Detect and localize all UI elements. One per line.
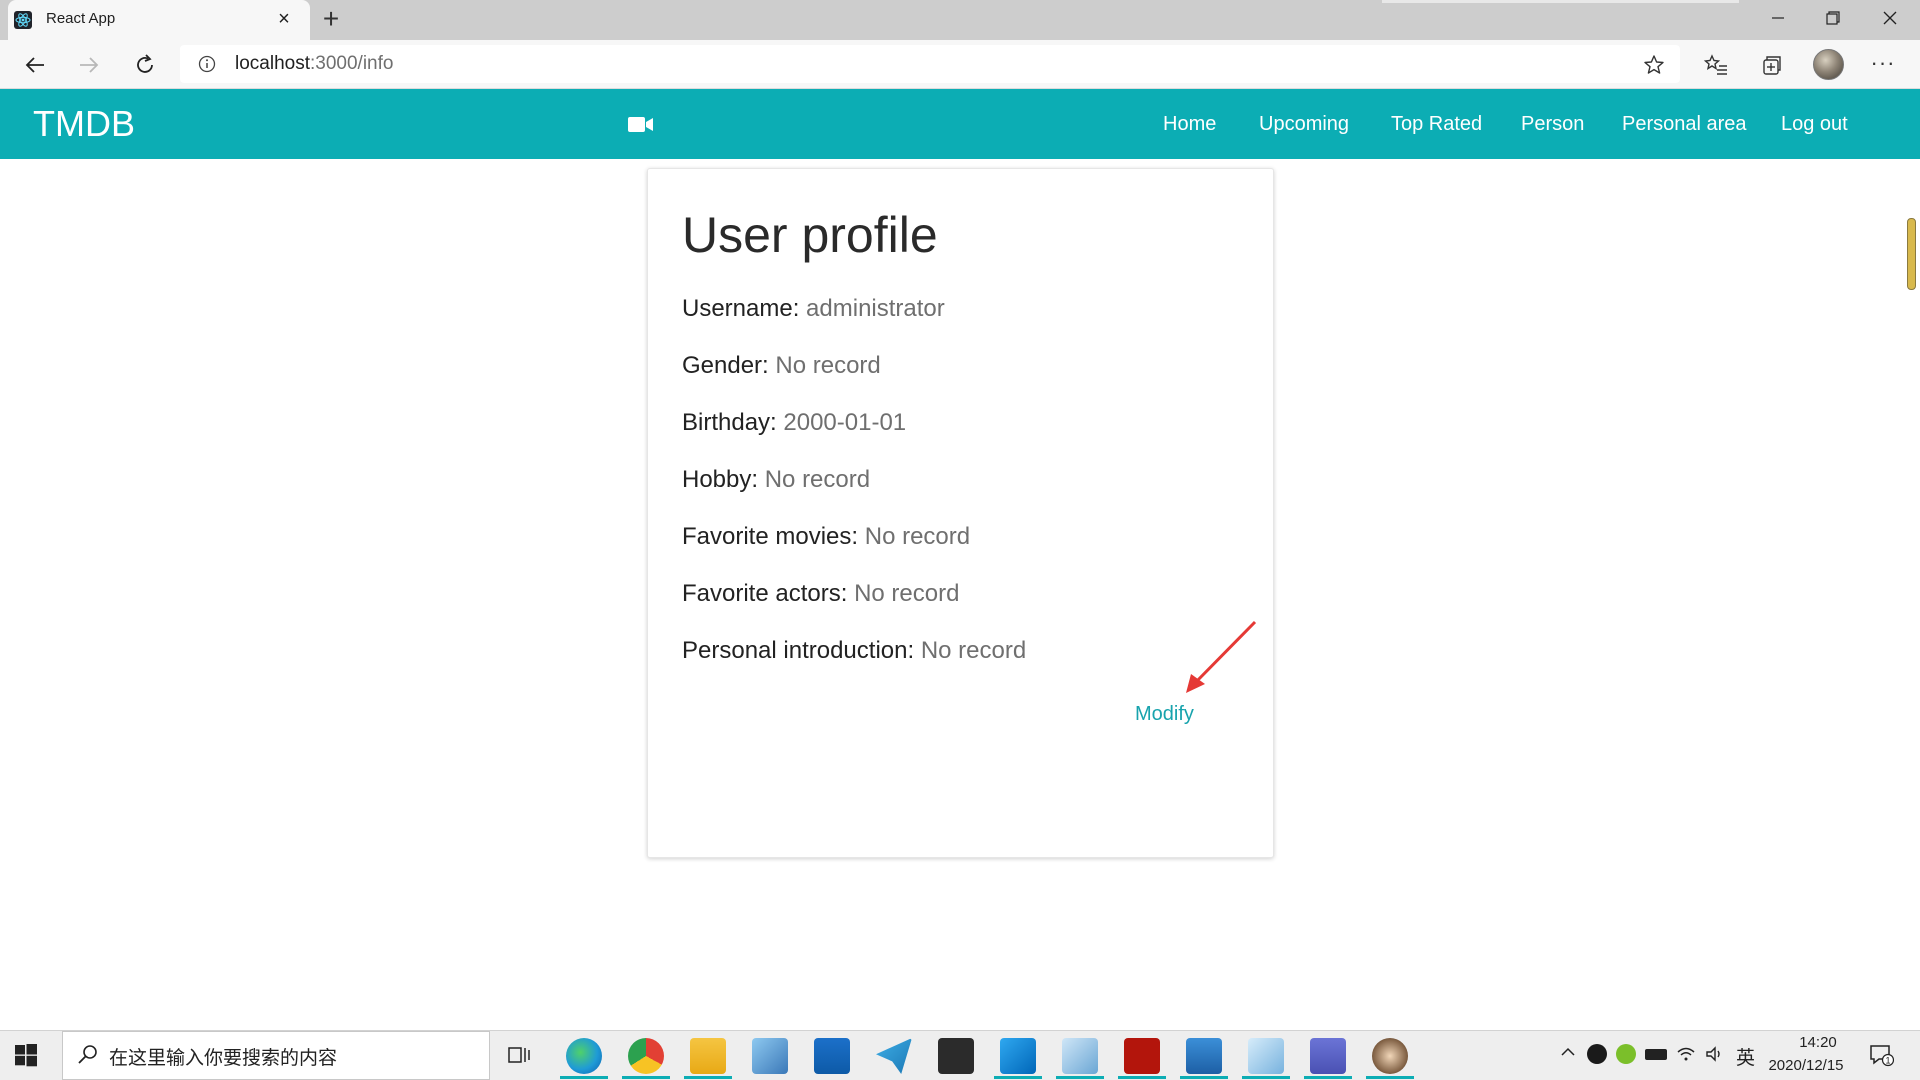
chevron-up-icon[interactable]	[1558, 1042, 1578, 1062]
field-label: Favorite actors:	[682, 580, 848, 607]
nav-upcoming[interactable]: Upcoming	[1259, 113, 1349, 136]
notepad-app-icon[interactable]	[1062, 1038, 1098, 1074]
page-title: User profile	[682, 207, 938, 263]
tab-title: React App	[46, 10, 116, 27]
field-value: administrator	[806, 295, 945, 322]
collections-icon[interactable]	[1759, 52, 1785, 78]
annotation-arrow-icon	[1186, 620, 1257, 693]
profile-field-gender: Gender: No record	[682, 352, 881, 380]
running-indicator	[1180, 1076, 1228, 1079]
profile-field-username: Username: administrator	[682, 295, 945, 323]
running-indicator	[622, 1076, 670, 1079]
info-icon[interactable]	[198, 55, 216, 73]
url-text[interactable]: localhost:3000/info	[235, 53, 393, 75]
chrome-app-icon[interactable]	[628, 1038, 664, 1074]
browser-profile-avatar[interactable]	[1813, 49, 1844, 80]
minimize-window-icon[interactable]	[1760, 4, 1796, 32]
refresh-icon[interactable]	[130, 50, 160, 80]
video-camera-icon	[628, 117, 653, 132]
modify-link[interactable]: Modify	[1135, 703, 1194, 726]
field-label: Birthday:	[682, 409, 777, 436]
notification-center-icon[interactable]: 1	[1868, 1043, 1894, 1067]
running-indicator	[1056, 1076, 1104, 1079]
running-indicator	[684, 1076, 732, 1079]
profile-field-birthday: Birthday: 2000-01-01	[682, 409, 906, 437]
teams-app-icon[interactable]	[1310, 1038, 1346, 1074]
volume-icon[interactable]	[1704, 1044, 1724, 1064]
user-profile-card	[647, 168, 1274, 858]
forward-arrow-icon[interactable]	[74, 50, 104, 80]
store-app-icon[interactable]	[938, 1038, 974, 1074]
search-icon	[78, 1045, 97, 1064]
star-icon[interactable]	[1642, 53, 1666, 77]
restore-window-icon[interactable]	[1815, 4, 1851, 32]
notepad2-app-icon[interactable]	[1248, 1038, 1284, 1074]
windows-start-icon[interactable]	[14, 1043, 38, 1067]
tab-close-icon[interactable]: ×	[272, 7, 296, 31]
field-value: No record	[775, 352, 881, 379]
ime-indicator[interactable]: 英	[1736, 1043, 1755, 1070]
vscode-app-icon[interactable]	[1000, 1038, 1036, 1074]
running-indicator	[560, 1076, 608, 1079]
clock-time[interactable]: 14:20	[1788, 1034, 1848, 1051]
react-favicon-icon	[14, 11, 32, 29]
qq-icon[interactable]	[1587, 1044, 1607, 1064]
brand-logo[interactable]: TMDB	[33, 103, 135, 145]
favorites-icon[interactable]	[1703, 52, 1729, 78]
nav-log-out[interactable]: Log out	[1781, 113, 1848, 136]
wifi-icon[interactable]	[1676, 1044, 1696, 1064]
window-edge	[1382, 0, 1739, 3]
field-label: Personal introduction:	[682, 637, 915, 664]
field-label: Hobby:	[682, 466, 759, 493]
nav-home[interactable]: Home	[1163, 113, 1216, 136]
edge-app-icon[interactable]	[566, 1038, 602, 1074]
field-label: Favorite movies:	[682, 523, 859, 550]
field-value: No record	[920, 637, 1027, 664]
profile-field-hobby: Hobby: No record	[682, 466, 870, 494]
search-placeholder: 在这里输入你要搜索的内容	[109, 1048, 338, 1069]
acrobat-app-icon[interactable]	[1124, 1038, 1160, 1074]
field-value: No record	[864, 523, 971, 550]
running-indicator	[994, 1076, 1042, 1079]
file-explorer-app-icon[interactable]	[690, 1038, 726, 1074]
new-tab-button[interactable]: +	[316, 5, 346, 35]
svg-text:1: 1	[1885, 1056, 1890, 1066]
running-indicator	[1242, 1076, 1290, 1079]
nav-person[interactable]: Person	[1521, 113, 1584, 136]
clock-date[interactable]: 2020/12/15	[1762, 1057, 1850, 1074]
scrollbar-thumb[interactable]	[1907, 218, 1916, 290]
profile-field-favorite-movies: Favorite movies: No record	[682, 523, 970, 551]
running-indicator	[1118, 1076, 1166, 1079]
tray-app-icon[interactable]	[1616, 1044, 1636, 1064]
more-icon[interactable]: ···	[1868, 50, 1898, 80]
battery-icon[interactable]	[1645, 1049, 1667, 1060]
running-indicator	[1304, 1076, 1352, 1079]
back-arrow-icon[interactable]	[20, 50, 50, 80]
mail-app-icon[interactable]	[814, 1038, 850, 1074]
field-value: No record	[854, 580, 960, 607]
field-value: No record	[764, 466, 871, 493]
avatar-app-icon[interactable]	[1372, 1038, 1408, 1074]
address-bar[interactable]	[180, 45, 1680, 83]
url-host: localhost	[235, 53, 310, 74]
photos-app-icon[interactable]	[1186, 1038, 1222, 1074]
close-window-icon[interactable]	[1870, 4, 1910, 32]
url-path: :3000/info	[310, 53, 394, 74]
profile-field-personal-introduction: Personal introduction: No record	[682, 637, 1026, 665]
field-label: Gender:	[682, 352, 769, 379]
remote-desktop-app-icon[interactable]	[752, 1038, 788, 1074]
running-indicator	[1366, 1076, 1414, 1079]
nav-personal-area[interactable]: Personal area	[1622, 113, 1747, 136]
profile-field-favorite-actors: Favorite actors: No record	[682, 580, 959, 608]
field-label: Username:	[682, 295, 800, 322]
task-view-icon[interactable]	[507, 1043, 531, 1067]
field-value: 2000-01-01	[783, 409, 907, 436]
nav-top-rated[interactable]: Top Rated	[1391, 113, 1482, 136]
